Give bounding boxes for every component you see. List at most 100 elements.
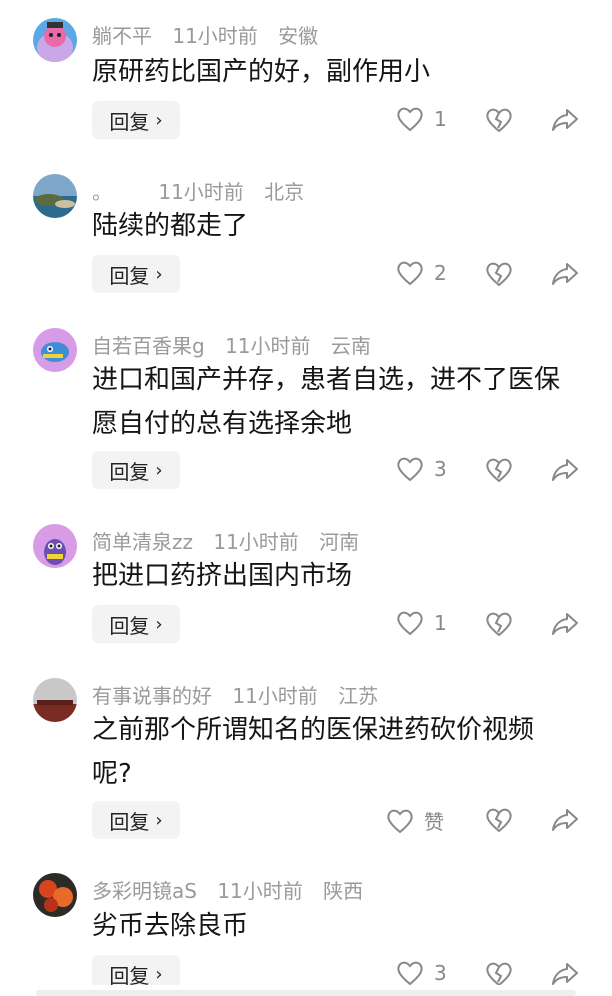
share-button[interactable] [551,457,579,487]
share-button[interactable] [551,107,579,137]
share-button[interactable] [551,261,579,291]
comment-text: 劣币去除良币 [92,911,249,941]
avatar[interactable] [33,328,77,372]
heart-icon [397,261,423,286]
avatar[interactable] [33,174,77,218]
comment-time: 11小时前 [158,180,244,204]
comment-meta: 。 11小时前 北京 [92,176,318,205]
heart-icon [397,961,423,985]
share-arrow-icon [552,809,578,831]
avatar-cartoon-icon [33,524,77,568]
comment-text: 之前那个所谓知名的医保进药砍价视频呢? [92,715,535,789]
dislike-button[interactable] [485,806,513,838]
comment-region: 江苏 [338,684,379,708]
reply-button[interactable]: 回复 › [92,955,180,985]
like-button[interactable]: 1 [396,610,447,636]
dislike-button[interactable] [485,610,513,642]
reply-button[interactable]: 回复 › [92,801,180,839]
avatar-leaves-icon [33,873,77,917]
heart-icon [397,107,423,132]
reply-label: 回复 [109,963,150,986]
comment-meta: 自若百香果g 11小时前 云南 [92,330,385,359]
reply-label: 回复 [109,109,150,134]
reply-label: 回复 [109,263,150,288]
dislike-button[interactable] [485,260,513,292]
dislike-button[interactable] [485,456,513,488]
share-button[interactable] [551,961,579,985]
reply-label: 回复 [109,809,150,834]
like-button[interactable]: 3 [396,456,447,482]
comment-text: 陆续的都走了 [92,211,249,241]
share-arrow-icon [552,109,578,131]
dislike-button[interactable] [485,106,513,138]
reply-button[interactable]: 回复 › [92,605,180,643]
share-arrow-icon [552,963,578,985]
like-count: 1 [434,611,447,635]
user-name[interactable]: 有事说事的好 [92,684,212,708]
chevron-right-icon: › [155,263,163,285]
like-button[interactable]: 1 [396,106,447,132]
comment-meta: 简单清泉zz 11小时前 河南 [92,526,373,555]
comment-time: 11小时前 [232,684,318,708]
comment-region: 安徽 [278,24,319,48]
share-button[interactable] [551,807,579,837]
broken-heart-icon [486,458,512,483]
like-count: 1 [434,107,447,131]
avatar[interactable] [33,678,77,722]
share-arrow-icon [552,613,578,635]
like-button[interactable]: 3 [396,960,447,985]
share-arrow-icon [552,459,578,481]
comment-time: 11小时前 [217,879,303,903]
like-button[interactable]: 赞 [386,806,444,835]
comment-time: 11小时前 [172,24,258,48]
comment-region: 陕西 [323,879,364,903]
chevron-right-icon: › [155,459,163,481]
comment-text: 进口和国产并存，患者自选，进不了医保愿自付的总有选择余地 [92,365,561,439]
reply-label: 回复 [109,613,150,638]
share-arrow-icon [552,263,578,285]
user-name[interactable]: 简单清泉zz [92,530,193,554]
broken-heart-icon [486,612,512,637]
chevron-right-icon: › [155,809,163,831]
avatar[interactable] [33,524,77,568]
heart-icon [397,611,423,636]
reply-button[interactable]: 回复 › [92,101,180,139]
reply-button[interactable]: 回复 › [92,255,180,293]
avatar-cartoon-icon [33,328,77,372]
comment-meta: 有事说事的好 11小时前 江苏 [92,680,392,709]
like-button[interactable]: 2 [396,260,447,286]
reply-button[interactable]: 回复 › [92,451,180,489]
broken-heart-icon [486,262,512,287]
avatar[interactable] [33,18,77,62]
user-name[interactable]: 。 [92,180,112,204]
avatar[interactable] [33,873,77,917]
heart-icon [397,457,423,482]
comment-region: 北京 [264,180,305,204]
comment-region: 河南 [319,530,360,554]
broken-heart-icon [486,962,512,985]
share-button[interactable] [551,611,579,641]
dislike-button[interactable] [485,960,513,985]
like-count: 3 [434,457,447,481]
comment-region: 云南 [330,334,371,358]
reply-label: 回复 [109,459,150,484]
user-name[interactable]: 躺不平 [92,24,152,48]
comment-text: 把进口药挤出国内市场 [92,561,353,591]
chevron-right-icon: › [155,613,163,635]
like-count: 2 [434,261,447,285]
user-name[interactable]: 自若百香果g [92,334,205,358]
comment-time: 11小时前 [225,334,311,358]
avatar-landscape-icon [33,174,77,218]
broken-heart-icon [486,808,512,833]
comment-time: 11小时前 [213,530,299,554]
heart-icon [387,809,413,833]
avatar-building-icon [33,678,77,722]
like-count: 赞 [424,810,444,834]
user-name[interactable]: 多彩明镜aS [92,879,197,903]
comment-meta: 多彩明镜aS 11小时前 陕西 [92,875,377,904]
cutoff-row: 回复 › 3 [0,955,612,985]
bottom-divider [36,990,576,996]
avatar-cartoon-icon [33,18,77,62]
comment-text: 原研药比国产的好，副作用小 [92,57,431,87]
comment-meta: 躺不平 11小时前 安徽 [92,20,332,49]
